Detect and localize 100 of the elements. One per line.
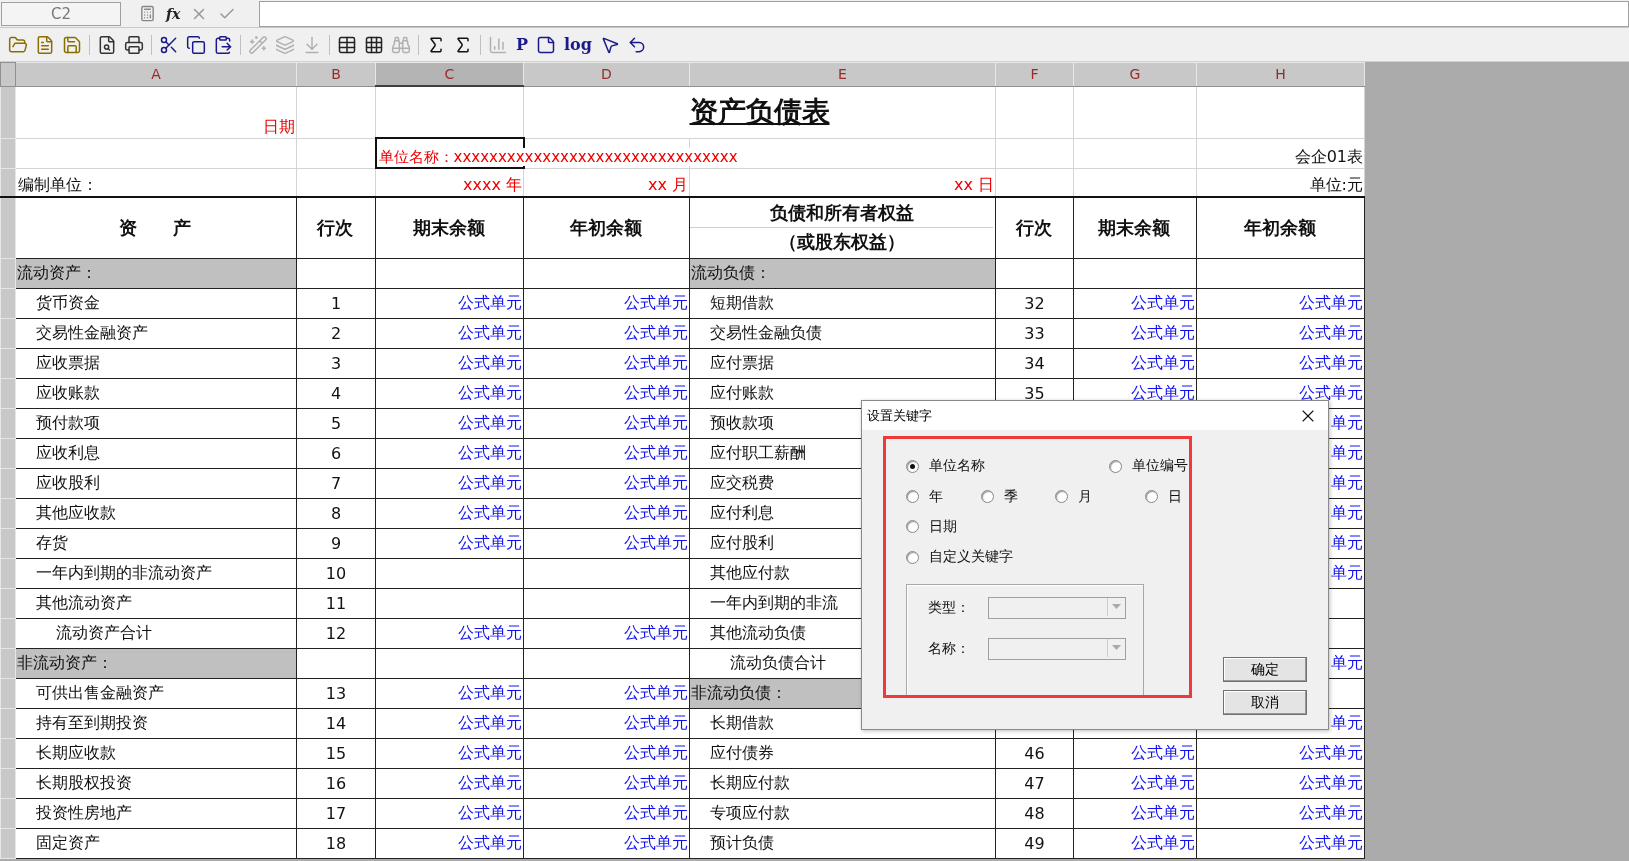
line-number: 46: [995, 738, 1074, 768]
formula-cell: 公式单元: [523, 678, 690, 708]
note-icon[interactable]: [536, 34, 557, 55]
formula-cell: 公式单元: [375, 318, 524, 348]
row-label: 应收利息: [15, 438, 297, 468]
row-label: 其他流动资产: [15, 588, 297, 618]
radio-icon[interactable]: [906, 520, 919, 534]
dialog-button[interactable]: 确定: [1223, 657, 1307, 682]
line-number: 18: [296, 828, 376, 858]
formula-cell: 公式单元: [375, 288, 524, 318]
function-button[interactable]: fx: [166, 5, 181, 22]
column-header[interactable]: H: [1196, 62, 1365, 86]
line-number: 6: [296, 438, 376, 468]
calculator-icon[interactable]: [139, 5, 156, 22]
toolbar-button[interactable]: log: [563, 34, 593, 55]
line-number: 8: [296, 498, 376, 528]
form-code: 会企01表: [1196, 138, 1365, 168]
formula-cell: 公式单元: [523, 618, 690, 648]
row-label: 预付款项: [15, 408, 297, 438]
date-keyword: 日期: [15, 86, 297, 138]
dialog-button[interactable]: 取消: [1223, 690, 1307, 715]
column-header[interactable]: B: [296, 62, 376, 86]
grid-icon[interactable]: [364, 34, 384, 55]
copy-icon[interactable]: [186, 34, 206, 55]
line-number: 32: [995, 288, 1074, 318]
radio-icon[interactable]: [906, 550, 919, 564]
radio-option[interactable]: 日: [1145, 487, 1189, 506]
formula-cell: 公式单元: [1073, 348, 1197, 378]
formula-cell: 公式单元: [375, 768, 524, 798]
radio-icon[interactable]: [1055, 490, 1068, 504]
radio-option[interactable]: 月: [1055, 487, 1145, 506]
column-header[interactable]: C: [375, 62, 524, 86]
scissors-icon[interactable]: [159, 34, 179, 55]
formula-cell: 公式单元: [523, 288, 690, 318]
line-number: 34: [995, 348, 1074, 378]
column-header[interactable]: E: [689, 62, 996, 86]
formula-cell: 公式单元: [375, 798, 524, 828]
formula-cell: 公式单元: [375, 528, 524, 558]
formula-cell: 公式单元: [375, 408, 524, 438]
line-number: 47: [995, 768, 1074, 798]
formula-cell: 公式单元: [523, 408, 690, 438]
radio-icon[interactable]: [906, 490, 919, 504]
row-label: 应付债券: [689, 738, 996, 768]
row-label: 应收股利: [15, 468, 297, 498]
row-label: 一年内到期的非流动资产: [15, 558, 297, 588]
document-icon[interactable]: [35, 34, 55, 55]
formula-cell: 公式单元: [375, 738, 524, 768]
report-title: 资产负债表: [523, 86, 996, 138]
column-heading: 年初余额: [1196, 197, 1365, 258]
dialog-title: 设置关键字: [867, 406, 932, 425]
toolbar-button[interactable]: P: [515, 34, 530, 55]
table-icon[interactable]: [337, 34, 357, 55]
line-number: 15: [296, 738, 376, 768]
row-label: 交易性金融资产: [15, 318, 297, 348]
field-label: 类型：: [928, 598, 970, 617]
row-label: 投资性房地产: [15, 798, 297, 828]
line-number: 16: [296, 768, 376, 798]
line-number: 4: [296, 378, 376, 408]
formula-cell: 公式单元: [375, 438, 524, 468]
formula-cell: 公式单元: [1196, 768, 1365, 798]
line-number: 11: [296, 588, 376, 618]
formula-cell: 公式单元: [1196, 828, 1365, 858]
radio-icon[interactable]: [906, 459, 919, 473]
line-number: 1: [296, 288, 376, 318]
formula-cell: 公式单元: [523, 348, 690, 378]
column-header[interactable]: G: [1073, 62, 1197, 86]
document-magnifier-icon[interactable]: [97, 34, 117, 55]
line-number: 13: [296, 678, 376, 708]
cell-reference-box[interactable]: C2: [1, 1, 121, 26]
formula-cell: 公式单元: [1073, 798, 1197, 828]
formula-cell: 公式单元: [523, 378, 690, 408]
row-label: 短期借款: [689, 288, 996, 318]
section-label: 流动资产：: [15, 258, 297, 288]
line-number: 7: [296, 468, 376, 498]
line-number: 48: [995, 798, 1074, 828]
line-number: 9: [296, 528, 376, 558]
formula-cell: 公式单元: [1196, 738, 1365, 768]
folder-icon[interactable]: [8, 34, 28, 55]
row-label: 可供出售金融资产: [15, 678, 297, 708]
printer-icon[interactable]: [124, 34, 144, 55]
radio-icon[interactable]: [1109, 459, 1122, 473]
formula-cell: 公式单元: [523, 438, 690, 468]
radio-option[interactable]: 单位编号: [1109, 457, 1189, 476]
formula-cell: 公式单元: [375, 828, 524, 858]
radio-icon[interactable]: [981, 490, 994, 504]
column-header[interactable]: A: [15, 62, 297, 86]
row-label: 固定资产: [15, 828, 297, 858]
formula-cell: 公式单元: [523, 528, 690, 558]
formula-cell: 公式单元: [375, 378, 524, 408]
row-label: 流动资产合计: [15, 618, 297, 648]
line-number: 49: [995, 828, 1074, 858]
formula-field[interactable]: [259, 0, 1629, 27]
column-header[interactable]: F: [995, 62, 1074, 86]
unit-name-keyword[interactable]: 单位名称：xxxxxxxxxxxxxxxxxxxxxxxxxxxxxxxx: [378, 148, 738, 166]
row-label: 应付票据: [689, 348, 996, 378]
line-number: 3: [296, 348, 376, 378]
clipboard-icon[interactable]: [213, 34, 233, 55]
column-header[interactable]: D: [523, 62, 690, 86]
row-label: 专项应付款: [689, 798, 996, 828]
radio-icon[interactable]: [1145, 490, 1158, 504]
